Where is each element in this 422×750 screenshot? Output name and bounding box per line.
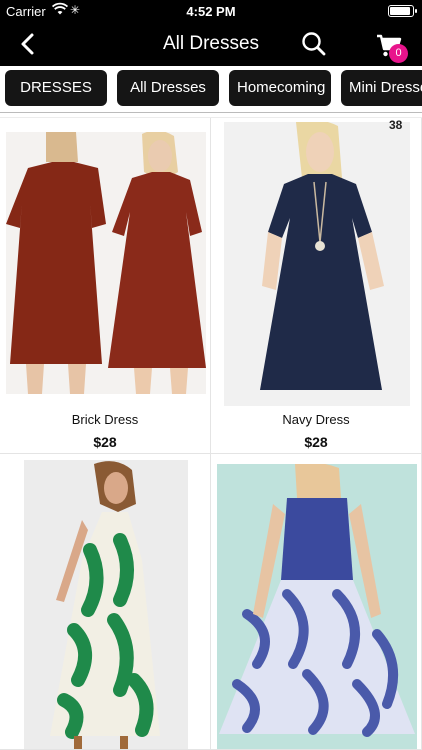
- product-grid: Brick Dress $28 38 Navy Dress $28: [0, 118, 422, 750]
- product-card-navy-dress[interactable]: 38 Navy Dress $28: [211, 118, 422, 454]
- status-bar: Carrier ✳ 4:52 PM: [0, 0, 422, 22]
- product-image-brick-dress[interactable]: [6, 132, 206, 394]
- product-price: $28: [93, 434, 117, 450]
- product-name[interactable]: Navy Dress: [211, 412, 421, 427]
- page-title: All Dresses: [162, 33, 260, 54]
- battery-level: [390, 7, 410, 15]
- chip-mini-dresses[interactable]: Mini Dresses: [341, 70, 422, 106]
- product-card-palm-dress[interactable]: [0, 454, 211, 750]
- nav-bar: All Dresses 0: [0, 22, 422, 66]
- chip-all-dresses[interactable]: All Dresses: [117, 70, 219, 106]
- product-image-tie-dye-dress[interactable]: [217, 464, 417, 749]
- product-image-palm-dress[interactable]: [24, 460, 188, 749]
- product-card-tie-dye-dress[interactable]: [211, 454, 422, 750]
- status-time: 4:52 PM: [186, 4, 236, 19]
- product-corner-tag: 38: [389, 118, 403, 132]
- product-price: $28: [304, 434, 328, 450]
- product-image-navy-dress[interactable]: [224, 122, 410, 406]
- product-name[interactable]: Brick Dress: [0, 412, 210, 427]
- cart-count-badge[interactable]: 0: [389, 44, 408, 63]
- chip-dresses[interactable]: DRESSES: [5, 70, 107, 106]
- chip-homecoming[interactable]: Homecoming: [229, 70, 331, 106]
- search-icon[interactable]: [299, 29, 329, 59]
- category-filter-bar: DRESSES All Dresses Homecoming Mini Dres…: [0, 66, 422, 112]
- product-card-brick-dress[interactable]: Brick Dress $28: [0, 118, 211, 454]
- battery-icon: [388, 5, 417, 17]
